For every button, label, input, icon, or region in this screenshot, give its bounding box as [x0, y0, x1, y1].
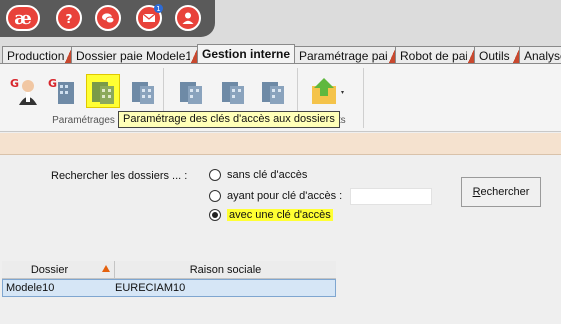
search-button-label: echercher [480, 186, 530, 198]
building-icon [262, 82, 284, 104]
tab-analyse[interactable]: Analyse [519, 46, 561, 63]
account-button[interactable] [175, 5, 201, 31]
building-icon [222, 82, 244, 104]
search-button[interactable]: Rechercher [461, 177, 541, 207]
user-settings-icon: G [10, 77, 37, 105]
top-bar-dark-panel: æ ? 1 [0, 0, 215, 37]
results-grid: Dossier Raison sociale Modele10 EURECIAM… [2, 261, 336, 297]
user-icon [182, 12, 194, 24]
radio-ayant-cle[interactable]: ayant pour clé d'accès : [209, 190, 342, 202]
ribbon-tooltip: Paramétrage des clés d'accès aux dossier… [118, 111, 340, 128]
tab-outils[interactable]: Outils [474, 46, 520, 63]
building-manage-button[interactable] [126, 74, 160, 108]
radio-button-selected[interactable] [209, 209, 221, 221]
radio-button[interactable] [209, 169, 221, 181]
question-icon: ? [66, 12, 73, 25]
tab-gestion-interne[interactable]: Gestion interne [197, 44, 295, 63]
column-header-raison-sociale[interactable]: Raison sociale [114, 261, 336, 279]
messages-badge: 1 [154, 4, 163, 13]
dossier-building-button-2[interactable] [216, 74, 250, 108]
sort-ascending-icon [102, 265, 110, 272]
svg-text:G: G [48, 77, 57, 90]
building-settings-icon: G [48, 77, 74, 104]
tab-parametrage-paie[interactable]: Paramétrage paie [294, 46, 396, 63]
radio-label: ayant pour clé d'accès : [227, 190, 343, 202]
user-settings-button[interactable]: G [8, 74, 42, 108]
radio-avec-cle[interactable]: avec une clé d'accès [209, 209, 333, 221]
building-settings-button[interactable]: G [46, 74, 80, 108]
chat-button[interactable] [95, 5, 121, 31]
radio-sans-cle[interactable]: sans clé d'accès [209, 169, 307, 181]
column-header-dossier[interactable]: Dossier [2, 261, 97, 279]
grid-header: Dossier Raison sociale [2, 261, 336, 279]
messages-button[interactable]: 1 [136, 4, 163, 31]
dossier-building-button-3[interactable] [256, 74, 290, 108]
context-strip [0, 133, 561, 155]
tab-robot-de-paie[interactable]: Robot de paie [395, 46, 475, 63]
app-logo[interactable]: æ [6, 5, 40, 31]
svg-text:?: ? [66, 12, 73, 25]
search-button-mnemonic: R [472, 186, 481, 198]
search-label: Rechercher les dossiers ... : [51, 170, 188, 182]
access-keys-button[interactable] [86, 74, 120, 108]
building-manage-icon [132, 82, 154, 104]
app-top-bar: æ ? 1 [0, 0, 561, 44]
radio-label: avec une clé d'accès [227, 209, 333, 221]
radio-button[interactable] [209, 190, 221, 202]
cell-dossier: Modele10 [6, 282, 55, 294]
envelope-icon [142, 13, 156, 22]
radio-label: sans clé d'accès [227, 169, 308, 181]
tab-production[interactable]: Production [2, 46, 72, 63]
client-folder-button[interactable] [304, 74, 348, 108]
access-key-input[interactable] [350, 188, 432, 205]
folder-upload-icon [312, 78, 344, 104]
svg-text:G: G [10, 77, 19, 90]
tab-dossier-paie[interactable]: Dossier paie Modele10 [71, 46, 199, 63]
access-keys-icon [92, 82, 114, 104]
table-row[interactable]: Modele10 EURECIAM10 [2, 279, 336, 297]
dossier-building-button-1[interactable] [174, 74, 208, 108]
building-icon [180, 82, 202, 104]
main-tab-bar: Production Dossier paie Modele10 Gestion… [0, 44, 561, 64]
help-button[interactable]: ? [56, 5, 82, 31]
cell-raison-sociale: EURECIAM10 [115, 282, 186, 294]
chat-bubbles-icon [102, 13, 115, 24]
